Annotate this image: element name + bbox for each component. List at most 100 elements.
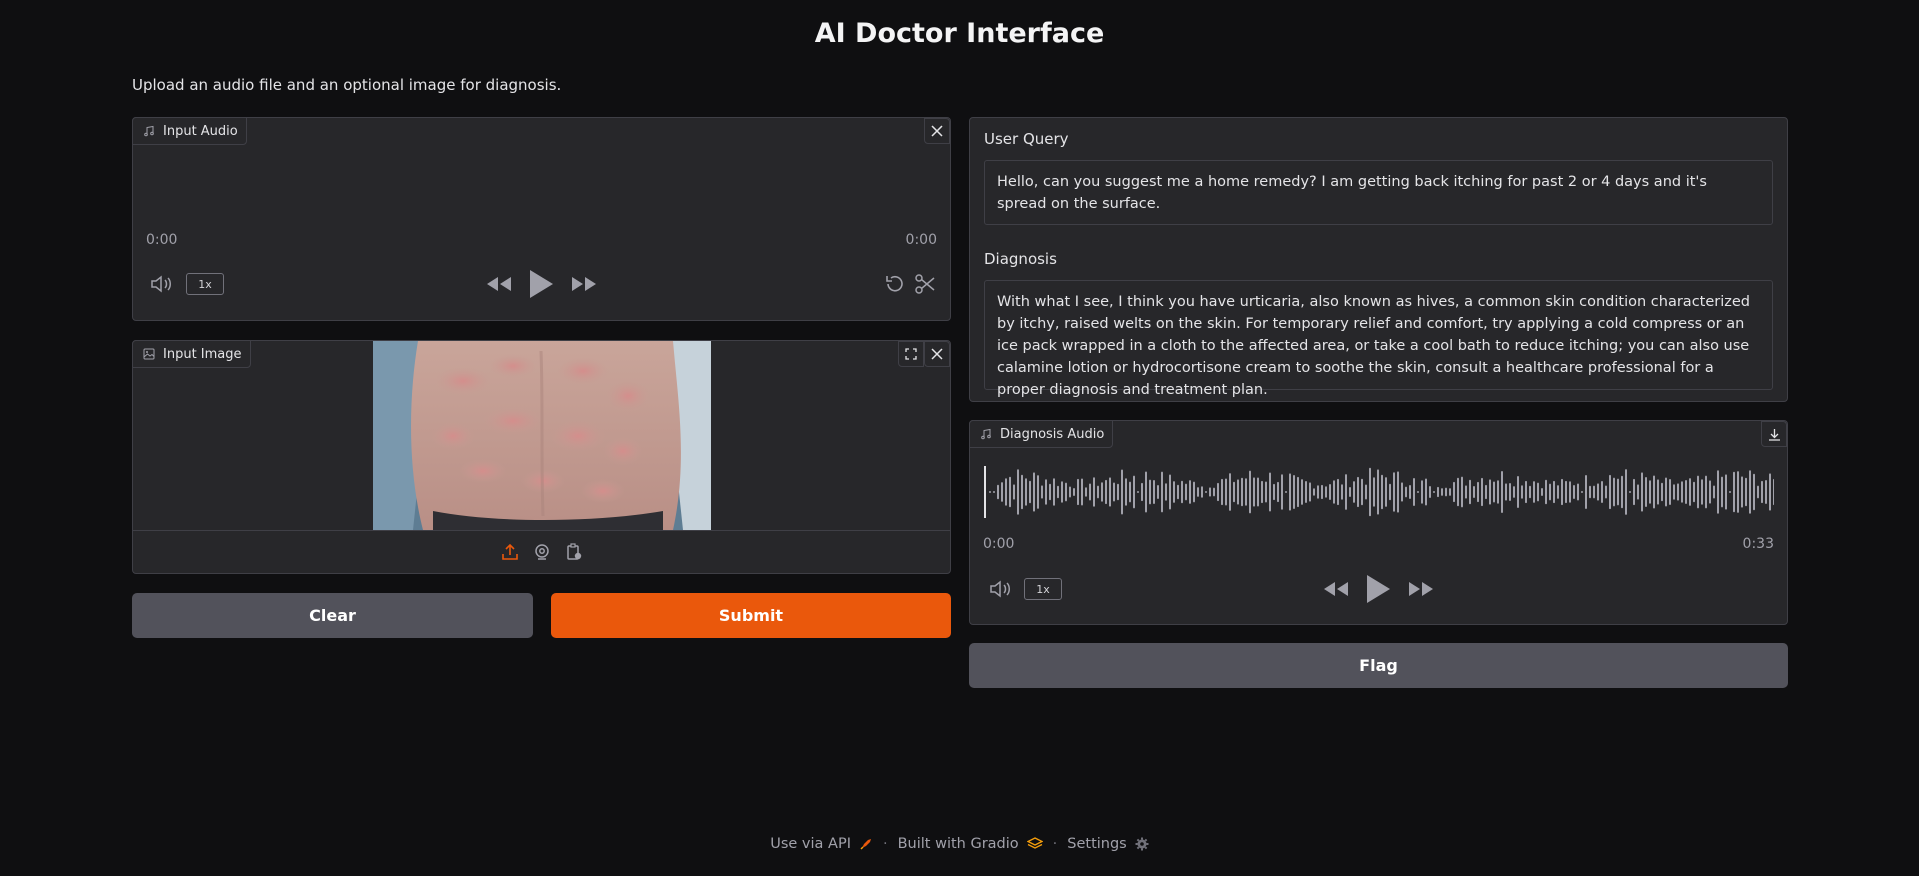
volume-button[interactable]: [988, 578, 1014, 600]
diagnosis-audio-speed-button[interactable]: 1x: [1024, 578, 1062, 600]
waveform-bar: [1505, 483, 1507, 501]
upload-button[interactable]: [500, 541, 520, 563]
waveform-bar: [1549, 483, 1551, 501]
input-audio-speed-button[interactable]: 1x: [186, 273, 224, 295]
built-with-gradio-link[interactable]: Built with Gradio: [898, 836, 1043, 852]
rewind-button[interactable]: [1322, 579, 1350, 599]
waveform-bar: [1149, 479, 1151, 505]
waveform-bar: [1037, 475, 1039, 509]
waveform-bar: [1469, 479, 1471, 505]
waveform-bar: [1561, 478, 1563, 506]
close-audio-button[interactable]: [924, 118, 950, 144]
waveform-bar: [1017, 469, 1019, 515]
play-icon: [1367, 575, 1390, 603]
waveform-bar: [1153, 479, 1155, 505]
waveform-bar: [1285, 491, 1287, 493]
waveform-bar: [1693, 481, 1695, 503]
flag-button[interactable]: Flag: [969, 643, 1788, 688]
page-description: Upload an audio file and an optional ima…: [132, 76, 562, 94]
waveform-bar: [1413, 478, 1415, 506]
waveform-bar: [1713, 485, 1715, 499]
page-title: AI Doctor Interface: [814, 18, 1105, 49]
waveform-bar: [1725, 474, 1727, 510]
waveform-bar: [1237, 479, 1239, 505]
waveform-bar: [1041, 485, 1043, 499]
waveform-bar: [1665, 477, 1667, 507]
music-note-icon: [144, 125, 154, 137]
close-image-button[interactable]: [924, 341, 950, 367]
waveform-bar: [1433, 491, 1435, 493]
audio-waveform[interactable]: [984, 462, 1774, 522]
diagnosis-audio-label-tag: Diagnosis Audio: [969, 420, 1114, 448]
download-audio-button[interactable]: [1761, 421, 1787, 447]
waveform-bar: [1765, 480, 1767, 504]
rocket-icon: [860, 839, 871, 850]
waveform-bar: [1277, 481, 1279, 503]
waveform-bar: [1709, 480, 1711, 504]
waveform-bar: [1265, 481, 1267, 503]
image-icon: [143, 348, 155, 360]
fullscreen-image-button[interactable]: [898, 341, 924, 367]
waveform-bar: [1565, 480, 1567, 504]
waveform-bar: [1417, 491, 1419, 493]
waveform-bar: [1185, 483, 1187, 501]
waveform-bar: [1701, 479, 1703, 505]
clear-button[interactable]: Clear: [132, 593, 533, 638]
waveform-bar: [1773, 478, 1774, 506]
settings-link[interactable]: Settings: [1067, 836, 1149, 852]
volume-button[interactable]: [149, 273, 175, 295]
play-button[interactable]: [1363, 573, 1393, 605]
undo-button[interactable]: [883, 273, 907, 295]
waveform-bar: [1685, 480, 1687, 504]
waveform-bar: [1449, 488, 1451, 496]
waveform-bar: [1545, 479, 1547, 505]
waveform-bar: [1689, 478, 1691, 506]
waveform-bar: [1141, 482, 1143, 502]
waveform-bar: [1173, 481, 1175, 503]
upload-icon: [501, 543, 518, 560]
waveform-bar: [1257, 477, 1259, 507]
waveform-bar: [1089, 483, 1091, 501]
waveform-bar: [1337, 478, 1339, 506]
diagnosis-output[interactable]: With what I see, I think you have urtica…: [984, 280, 1773, 398]
waveform-bar: [1193, 481, 1195, 503]
waveform-bar: [1717, 470, 1719, 514]
waveform-bar: [1589, 485, 1591, 499]
clipboard-icon: [566, 543, 581, 560]
waveform-bar: [989, 491, 991, 493]
waveform-bar: [1493, 481, 1495, 503]
play-button[interactable]: [526, 268, 556, 300]
settings-label: Settings: [1067, 836, 1127, 852]
fast-forward-button[interactable]: [1407, 579, 1435, 599]
waveform-bar: [1309, 482, 1311, 502]
waveform-bar: [1069, 486, 1071, 498]
waveform-bar: [1749, 470, 1751, 514]
waveform-bar: [1453, 481, 1455, 503]
waveform-bar: [1189, 480, 1191, 504]
diagnosis-audio-label: Diagnosis Audio: [1000, 426, 1105, 442]
waveform-bar: [1673, 484, 1675, 500]
waveform-bar: [1253, 477, 1255, 507]
waveform-bar: [1769, 473, 1771, 511]
waveform-bar: [1261, 480, 1263, 504]
waveform-bar: [1109, 477, 1111, 507]
waveform-bar: [1009, 476, 1011, 508]
paste-clipboard-button[interactable]: [564, 541, 584, 563]
waveform-bar: [1397, 471, 1399, 513]
waveform-bar: [1621, 475, 1623, 509]
user-query-output[interactable]: Hello, can you suggest me a home remedy?…: [984, 160, 1773, 225]
fast-forward-button[interactable]: [570, 274, 598, 294]
webcam-button[interactable]: [532, 541, 552, 563]
waveform-bar: [1485, 484, 1487, 500]
use-via-api-link[interactable]: Use via API: [770, 836, 873, 852]
trim-button[interactable]: [913, 273, 937, 295]
waveform-bar: [1305, 481, 1307, 503]
playhead-cursor[interactable]: [984, 466, 986, 518]
waveform-bar: [1117, 483, 1119, 501]
fast-forward-icon: [1409, 582, 1433, 596]
rewind-button[interactable]: [485, 274, 513, 294]
waveform-bar: [1465, 485, 1467, 499]
volume-icon: [990, 580, 1010, 598]
submit-button[interactable]: Submit: [551, 593, 951, 638]
waveform-bar: [1213, 487, 1215, 497]
